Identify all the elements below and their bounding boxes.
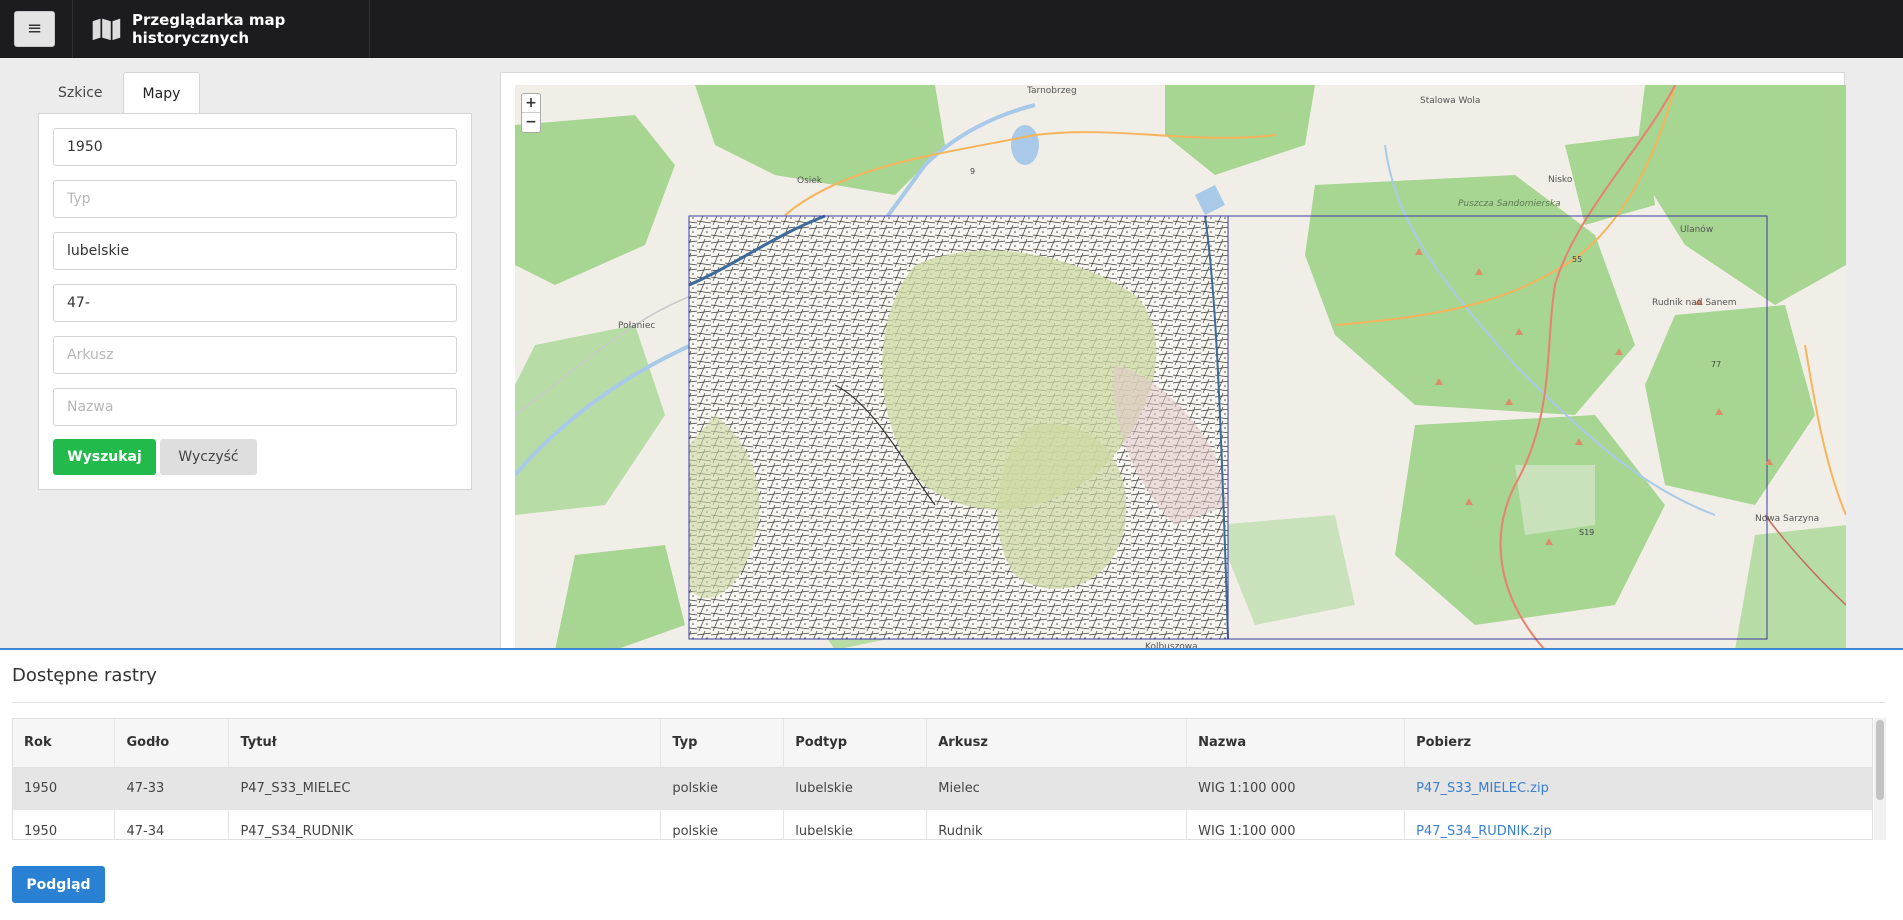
column-header[interactable]: Pobierz: [1404, 719, 1872, 768]
hamburger-icon: ≡: [26, 18, 43, 39]
cell-download: P47_S34_RUDNIK.zip: [1404, 810, 1872, 839]
results-table: Rok Godło Tytuł Typ Podtyp Arkusz Nazwa …: [13, 719, 1872, 839]
search-tabs: Szkice Mapy: [38, 71, 201, 114]
column-header[interactable]: Nazwa: [1186, 719, 1406, 768]
search-button[interactable]: Wyszukaj: [53, 439, 156, 475]
download-link[interactable]: P47_S34_RUDNIK.zip: [1416, 824, 1552, 839]
road-label: 77: [1711, 360, 1721, 369]
results-panel: Dostępne rastry Rok Godło Tytuł Typ Podt…: [0, 648, 1903, 920]
column-header[interactable]: Godło: [114, 719, 230, 768]
map-view[interactable]: Tarnobrzeg Stalowa Wola Osiek Nisko Poła…: [515, 85, 1846, 650]
results-table-container[interactable]: Rok Godło Tytuł Typ Podtyp Arkusz Nazwa …: [12, 718, 1873, 840]
cell-subtype: lubelskie: [783, 810, 928, 839]
top-navbar: ≡ Przeglądarka map historycznych: [0, 0, 1903, 58]
menu-toggle-button[interactable]: ≡: [14, 11, 55, 47]
table-header-row: Rok Godło Tytuł Typ Podtyp Arkusz Nazwa …: [13, 719, 1872, 768]
road-label: S19: [1579, 528, 1594, 537]
cell-name: WIG 1:100 000: [1186, 810, 1406, 839]
download-link[interactable]: P47_S33_MIELEC.zip: [1416, 781, 1549, 796]
cell-download: P47_S33_MIELEC.zip: [1404, 767, 1872, 810]
brand[interactable]: Przeglądarka map historycznych: [72, 0, 370, 58]
map-canvas[interactable]: Tarnobrzeg Stalowa Wola Osiek Nisko Poła…: [515, 85, 1846, 650]
search-panel: Wyszukaj Wyczyść: [38, 113, 472, 490]
type-input[interactable]: [53, 180, 457, 218]
zoom-out-button[interactable]: −: [522, 113, 540, 132]
results-title: Dostępne rastry: [12, 665, 157, 686]
table-row[interactable]: 1950 47-33 P47_S33_MIELEC polskie lubels…: [13, 767, 1872, 810]
place-label: Tarnobrzeg: [1026, 86, 1077, 96]
column-header[interactable]: Tytuł: [228, 719, 662, 768]
cell-year: 1950: [13, 810, 116, 839]
app-title: Przeglądarka map historycznych: [131, 11, 286, 47]
cell-subtype: lubelskie: [783, 767, 928, 810]
sheet-input[interactable]: [53, 336, 457, 374]
cell-name: WIG 1:100 000: [1186, 767, 1406, 810]
place-label: Puszcza Sandomierska: [1458, 199, 1561, 209]
table-row[interactable]: 1950 47-34 P47_S34_RUDNIK polskie lubels…: [13, 810, 1872, 839]
divider: [12, 702, 1885, 703]
zoom-in-button[interactable]: +: [522, 94, 540, 113]
column-header[interactable]: Arkusz: [926, 719, 1188, 768]
cell-type: polskie: [660, 767, 785, 810]
tab-sketches[interactable]: Szkice: [38, 71, 123, 113]
cell-year: 1950: [13, 767, 116, 810]
place-label: Stalowa Wola: [1420, 96, 1480, 106]
place-label: Połaniec: [618, 321, 655, 331]
emblem-input[interactable]: [53, 284, 457, 322]
road-label: 9: [970, 167, 975, 176]
column-header[interactable]: Typ: [660, 719, 785, 768]
tab-maps[interactable]: Mapy: [122, 72, 201, 114]
column-header[interactable]: Podtyp: [783, 719, 928, 768]
clear-button[interactable]: Wyczyść: [160, 439, 257, 475]
road-label: 55: [1572, 255, 1582, 264]
place-label: Osiek: [797, 176, 823, 186]
cell-sheet: Mielec: [926, 767, 1188, 810]
cell-sheet: Rudnik: [926, 810, 1188, 839]
table-scrollbar[interactable]: [1874, 718, 1886, 840]
subtype-input[interactable]: [53, 232, 457, 270]
cell-type: polskie: [660, 810, 785, 839]
cell-emblem: 47-34: [114, 810, 230, 839]
place-label: Ulanów: [1680, 224, 1713, 235]
place-label: Nowa Sarzyna: [1755, 514, 1819, 524]
cell-title: P47_S33_MIELEC: [228, 767, 662, 810]
scrollbar-thumb[interactable]: [1876, 720, 1884, 800]
year-input[interactable]: [53, 128, 457, 166]
name-input[interactable]: [53, 388, 457, 426]
cell-emblem: 47-33: [114, 767, 230, 810]
place-label: Nisko: [1548, 175, 1573, 185]
place-label: Rudnik nad Sanem: [1652, 298, 1737, 308]
preview-button[interactable]: Podgląd: [12, 866, 105, 903]
column-header[interactable]: Rok: [13, 719, 116, 768]
map-icon: [92, 18, 121, 41]
map-zoom-control: + −: [521, 93, 541, 133]
cell-title: P47_S34_RUDNIK: [228, 810, 662, 839]
